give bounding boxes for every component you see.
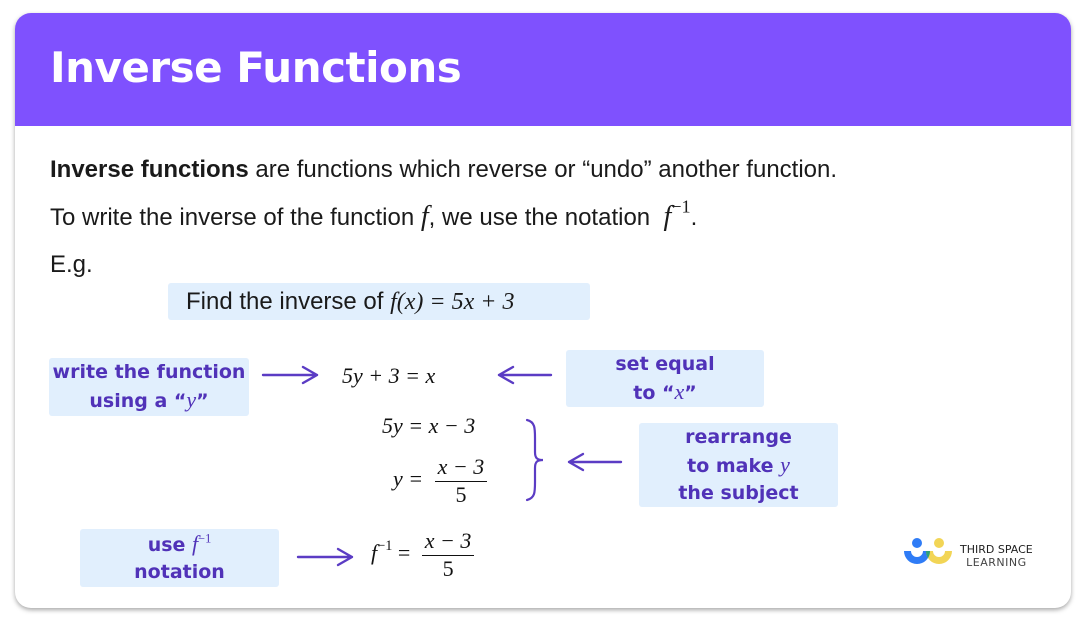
note-write-function-line2: using a “y” xyxy=(49,386,249,415)
note-use-notation-line2: notation xyxy=(134,561,225,583)
note-write-function: write the function using a “y” xyxy=(49,358,249,416)
note-rearrange: rearrange to make y the subject xyxy=(639,423,838,507)
arrow-left-icon xyxy=(567,452,623,472)
step-2-equation: 5y = x − 3 xyxy=(382,413,475,439)
intro-line-1-rest: are functions which reverse or “undo” an… xyxy=(248,156,838,183)
function-symbol: f xyxy=(420,201,429,232)
note-set-equal: set equal to “x” xyxy=(566,350,764,407)
intro-line-2: To write the inverse of the function f, … xyxy=(50,197,698,233)
step-3-equation: y = x − 35 xyxy=(393,454,488,508)
step-4-equals: = xyxy=(392,540,416,566)
bold-term: Inverse functions xyxy=(50,156,249,183)
note-set-equal-line2: to “x” xyxy=(566,378,764,407)
step-4-fraction: x − 35 xyxy=(421,528,475,582)
step-4-equation: f−1 = x − 35 xyxy=(371,528,475,582)
example-prefix: Find the inverse of xyxy=(186,288,391,315)
lesson-card: Inverse Functions Inverse functions are … xyxy=(15,13,1071,608)
arrow-left-icon xyxy=(497,365,553,385)
step-1-equation: 5y + 3 = x xyxy=(342,363,435,389)
note-text: using a “ xyxy=(89,390,187,412)
note-rearrange-line2: to make y xyxy=(639,451,838,480)
step-4-lhs: f−1 xyxy=(371,538,393,565)
note-use-notation: use f−1 notation xyxy=(80,529,279,587)
arrow-right-icon xyxy=(296,547,354,567)
step-3-fraction: x − 35 xyxy=(434,454,488,508)
note-rearrange-line1: rearrange xyxy=(685,425,792,448)
note-var: y xyxy=(780,451,790,477)
third-space-learning-logo-icon xyxy=(904,538,952,564)
page-title: Inverse Functions xyxy=(50,43,462,92)
note-text: ” xyxy=(684,381,697,404)
logo-line-2: LEARNING xyxy=(966,556,1027,569)
note-rearrange-line3: the subject xyxy=(678,481,799,504)
inverse-notation-sup: −1 xyxy=(671,196,691,217)
note-text: use xyxy=(147,534,193,556)
note-write-function-line1: write the function xyxy=(52,361,246,383)
intro-line-2-end: . xyxy=(690,204,698,231)
logo-text: THIRD SPACE LEARNING xyxy=(960,543,1033,569)
step-3-denominator: 5 xyxy=(455,482,467,507)
note-text: to “ xyxy=(633,381,675,404)
step-3-lhs: y = xyxy=(393,466,429,492)
step-3-numerator: x − 3 xyxy=(434,454,488,482)
note-text: to make xyxy=(687,454,781,477)
step-4-denominator: 5 xyxy=(442,556,454,581)
note-text: ” xyxy=(196,390,209,412)
step-4-lhs-sup: −1 xyxy=(377,538,393,555)
note-var: y xyxy=(186,387,197,412)
inverse-notation: f−1 xyxy=(663,197,690,232)
eg-label: E.g. xyxy=(50,251,93,278)
note-var: x xyxy=(674,378,685,404)
step-2-text: 5y = x − 3 xyxy=(382,413,476,438)
arrow-right-icon xyxy=(261,365,319,385)
curly-brace-icon xyxy=(525,418,544,502)
step-4-numerator: x − 3 xyxy=(421,528,475,556)
logo-line-1: THIRD SPACE xyxy=(960,543,1033,556)
example-function: f(x) = 5x + 3 xyxy=(390,289,515,315)
intro-line-2-mid: , we use the notation xyxy=(428,204,657,231)
note-use-notation-line1: use f−1 xyxy=(80,530,279,559)
intro-line-1: Inverse functions are functions which re… xyxy=(50,156,837,184)
step-1-text: 5y + 3 = x xyxy=(342,363,436,388)
intro-line-2-before: To write the inverse of the function xyxy=(50,204,421,231)
example-box: Find the inverse of f(x) = 5x + 3 xyxy=(168,283,590,320)
note-sup: −1 xyxy=(198,531,212,546)
note-set-equal-line1: set equal xyxy=(615,352,715,375)
header-bar: Inverse Functions xyxy=(15,13,1071,126)
